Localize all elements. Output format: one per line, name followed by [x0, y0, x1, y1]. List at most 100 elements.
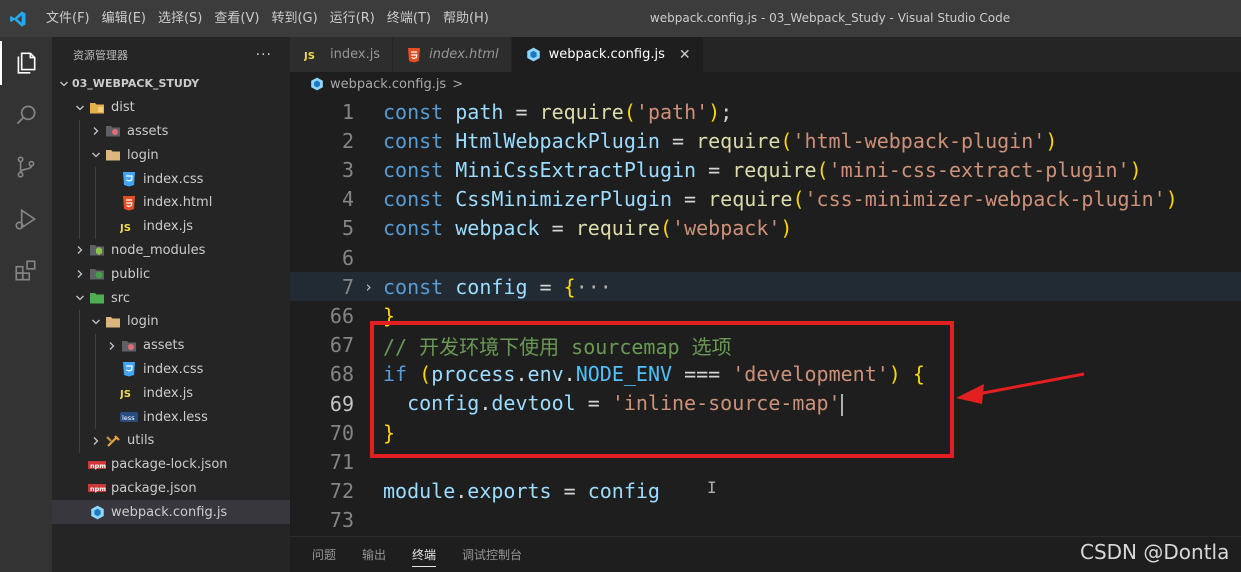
tree-item-file[interactable]: npm package-lock.json [52, 453, 290, 477]
explorer-icon[interactable] [0, 37, 52, 89]
panel-tab[interactable]: 问题 [312, 537, 336, 572]
chevron-right-icon[interactable] [72, 245, 88, 255]
tree-item-folder[interactable]: utils [52, 428, 290, 453]
tree-item-file[interactable]: index.html [52, 190, 290, 215]
indent-guide [79, 143, 80, 168]
svg-text:less: less [122, 414, 135, 422]
line-number: 7 [341, 274, 354, 299]
svg-text:npm: npm [90, 485, 106, 493]
tree-item-file[interactable]: less index.less [52, 405, 290, 429]
annotation-highlight-box [370, 321, 954, 458]
menu-item[interactable]: 终端(T) [381, 0, 437, 37]
code-token: ··· [575, 274, 612, 299]
indent-guide [79, 333, 80, 358]
chevron-down-icon[interactable] [72, 293, 88, 303]
tree-item-file[interactable]: npm package.json [52, 477, 290, 501]
code-line[interactable]: 72 module.exports = config [290, 477, 1241, 506]
more-actions-icon[interactable]: ··· [256, 47, 272, 63]
tab-index-js[interactable]: JS index.js [290, 37, 394, 72]
line-number: 5 [341, 216, 354, 241]
tree-item-folder[interactable]: assets [52, 333, 290, 358]
line-number: 69 [329, 391, 354, 416]
chevron-down-icon[interactable] [88, 317, 104, 327]
code-text: const config = {··· [383, 275, 612, 299]
search-icon[interactable] [0, 89, 52, 141]
indent-guide [95, 381, 96, 406]
tree-item-folder[interactable]: public [52, 262, 290, 286]
watermark: CSDN @Dontla [1080, 540, 1230, 564]
tree-item-file[interactable]: index.css [52, 167, 290, 191]
chevron-right-icon[interactable] [104, 341, 120, 351]
code-text: const HtmlWebpackPlugin = require('html-… [383, 129, 1057, 153]
tree-item-file[interactable]: index.css [52, 357, 290, 382]
code-line[interactable]: 4 const CssMinimizerPlugin = require('css… [290, 185, 1241, 214]
close-icon[interactable]: ✕ [679, 47, 691, 63]
fold-chevron-icon[interactable]: › [354, 278, 383, 296]
line-number: 4 [341, 187, 354, 212]
code-token: const [383, 99, 444, 124]
tree-item-folder[interactable]: dist [52, 96, 290, 120]
menu-item[interactable]: 编辑(E) [96, 0, 152, 37]
code-line[interactable]: 7 › const config = {··· [290, 272, 1241, 302]
tab-index-html[interactable]: index.html [393, 37, 512, 72]
svg-text:npm: npm [90, 462, 106, 470]
code-line[interactable]: 6 [290, 243, 1241, 272]
panel-tab[interactable]: 输出 [362, 537, 386, 572]
tree-item-file[interactable]: JS index.js [52, 214, 290, 239]
code-line[interactable]: 73 [290, 506, 1241, 535]
tree-item-label: index.css [143, 361, 204, 377]
run-debug-icon[interactable] [0, 193, 52, 245]
code-line[interactable]: 1 const path = require('path'); [290, 97, 1241, 126]
tree-item-folder[interactable]: src [52, 286, 290, 310]
line-number: 70 [329, 420, 354, 445]
tree-item-folder[interactable]: 03_WEBPACK_STUDY [52, 72, 290, 96]
panel-tab[interactable]: 调试控制台 [462, 537, 522, 572]
folder-public-icon [88, 267, 106, 281]
tree-item-file[interactable]: webpack.config.js [52, 500, 290, 525]
menu-item[interactable]: 查看(V) [208, 0, 265, 37]
code-line[interactable]: 5 const webpack = require('webpack') [290, 214, 1241, 243]
menu-item[interactable]: 运行(R) [324, 0, 381, 37]
code-line[interactable]: 2 const HtmlWebpackPlugin = require('html… [290, 126, 1241, 155]
panel-tab[interactable]: 终端 [412, 537, 437, 572]
indent-guide [95, 190, 96, 215]
extensions-icon[interactable] [0, 245, 52, 297]
chevron-right-icon[interactable] [72, 269, 88, 279]
html-file-icon [407, 47, 421, 63]
line-number: 66 [329, 303, 354, 328]
code-token: require [708, 187, 793, 212]
source-control-icon[interactable] [0, 141, 52, 193]
tree-item-folder[interactable]: node_modules [52, 239, 290, 263]
menu-item[interactable]: 转到(G) [265, 0, 323, 37]
folder-open-icon [104, 315, 122, 329]
tree-item-label: dist [111, 100, 135, 116]
chevron-down-icon[interactable] [56, 79, 72, 89]
code-token: ) [1165, 187, 1178, 212]
menu-item[interactable]: 帮助(H) [437, 0, 495, 37]
tab-label: index.js [330, 47, 381, 62]
tree-item-label: login [127, 147, 159, 163]
tree-item-folder[interactable]: login [52, 143, 290, 168]
js-file-icon: JS [120, 221, 138, 233]
tree-item-folder[interactable]: login [52, 309, 290, 334]
tree-item-folder[interactable]: assets [52, 119, 290, 144]
tree-item-label: public [111, 266, 151, 282]
code-token: const [383, 157, 444, 182]
chevron-right-icon[interactable] [88, 436, 104, 446]
menu-item[interactable]: 文件(F) [40, 0, 96, 37]
chevron-down-icon[interactable] [88, 150, 104, 160]
webpack-file-icon [526, 47, 541, 62]
tab-webpack-config-js[interactable]: webpack.config.js ✕ [511, 37, 704, 72]
code-editor[interactable]: 1 const path = require('path'); 2 const Htm… [290, 96, 1241, 536]
code-line[interactable]: 3 const MiniCssExtractPlugin = require('m… [290, 155, 1241, 184]
code-text: const path = require('path'); [383, 100, 732, 124]
svg-text:JS: JS [120, 223, 131, 233]
menu-item[interactable]: 选择(S) [152, 0, 208, 37]
chevron-down-icon[interactable] [72, 103, 88, 113]
webpack-file-icon [310, 77, 324, 91]
tree-item-file[interactable]: JS index.js [52, 381, 290, 406]
js-file-icon: JS [120, 387, 138, 399]
breadcrumb-file[interactable]: webpack.config.js [330, 77, 446, 92]
chevron-right-icon[interactable] [88, 126, 104, 136]
